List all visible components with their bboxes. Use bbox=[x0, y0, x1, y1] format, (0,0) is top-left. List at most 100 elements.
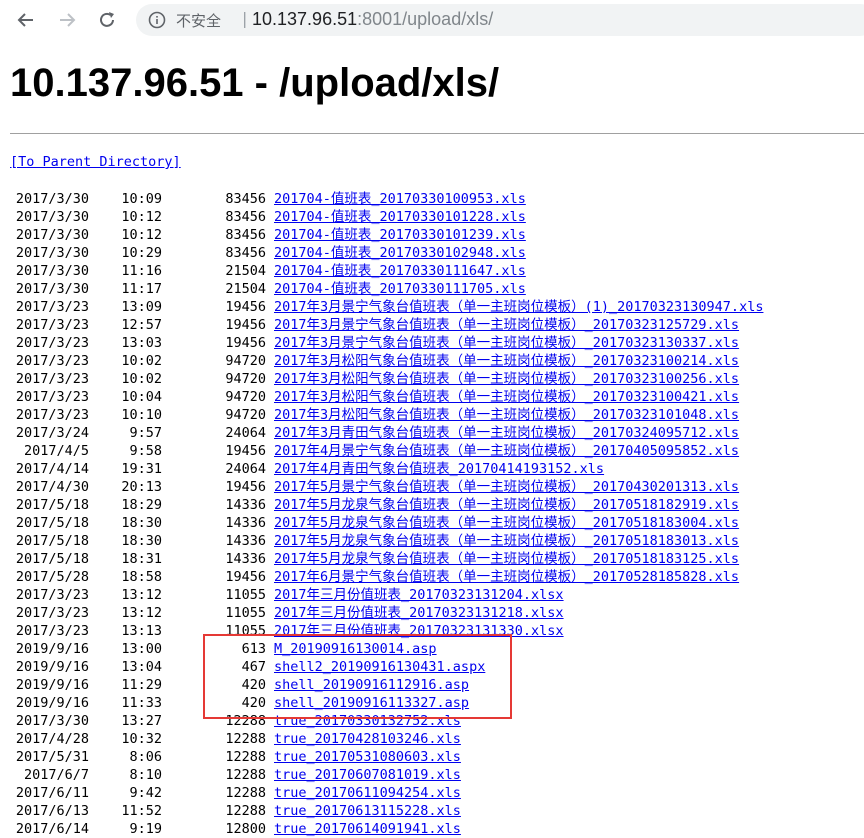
file-date: 2017/5/18 bbox=[15, 551, 89, 567]
reload-button[interactable] bbox=[95, 8, 119, 32]
file-link[interactable]: 2017年3月松阳气象台值班表（单一主班岗位模板）_20170323100421… bbox=[274, 388, 739, 406]
forward-arrow-icon bbox=[60, 13, 76, 27]
file-date: 2019/9/16 bbox=[15, 659, 89, 675]
file-link[interactable]: true_20170611094254.xls bbox=[274, 784, 461, 802]
file-size: 94720 bbox=[225, 371, 266, 387]
file-date: 2017/6/13 bbox=[15, 803, 89, 819]
file-link[interactable]: true_20170613115228.xls bbox=[274, 802, 461, 820]
file-link[interactable]: 2017年3月景宁气象台值班表（单一主班岗位模板）_20170323125729… bbox=[274, 316, 739, 334]
file-row: 2017/6/13 11:52 12288 true_20170613115228.x… bbox=[0, 802, 864, 820]
file-date: 2017/3/23 bbox=[15, 317, 89, 333]
file-time: 8:10 bbox=[129, 767, 162, 783]
file-size: 94720 bbox=[225, 353, 266, 369]
file-link[interactable]: 2017年3月景宁气象台值班表（单一主班岗位模板）_20170323130337… bbox=[274, 334, 739, 352]
file-link[interactable]: true_20170614091941.xls bbox=[274, 820, 461, 838]
url-text[interactable]: 10.137.96.51:8001/upload/xls/ bbox=[252, 9, 493, 30]
file-link[interactable]: true_20170531080603.xls bbox=[274, 748, 461, 766]
file-link[interactable]: 2017年5月龙泉气象台值班表（单一主班岗位模板）_20170518183125… bbox=[274, 550, 739, 568]
file-row: 2017/4/5 9:58 19456 2017年4月景宁气象台值班表（单一主班岗位模… bbox=[0, 442, 864, 460]
file-date: 2017/3/30 bbox=[15, 209, 89, 225]
security-label[interactable]: 不安全 bbox=[176, 10, 221, 31]
file-size: 11055 bbox=[225, 623, 266, 639]
file-time: 10:12 bbox=[121, 209, 162, 225]
file-time: 18:30 bbox=[121, 533, 162, 549]
file-link[interactable]: 2017年5月景宁气象台值班表（单一主班岗位模板）_20170430201313… bbox=[274, 478, 739, 496]
file-row: 2017/3/23 10:02 94720 2017年3月松阳气象台值班表（单一主班岗… bbox=[0, 352, 864, 370]
file-row: 2017/6/14 9:19 12800 true_20170614091941.xl… bbox=[0, 820, 864, 838]
file-row: 2017/3/23 13:12 11055 2017年三月份值班表_201703231… bbox=[0, 604, 864, 622]
file-size: 14336 bbox=[225, 497, 266, 513]
file-link[interactable]: 201704-值班表_20170330111647.xls bbox=[274, 262, 526, 280]
file-row: 2017/3/30 11:17 21504 201704-值班表_2017033011… bbox=[0, 280, 864, 298]
info-icon[interactable] bbox=[148, 11, 166, 29]
file-link[interactable]: shell_20190916112916.asp bbox=[274, 676, 469, 694]
browser-toolbar: 不安全 | 10.137.96.51:8001/upload/xls/ bbox=[0, 0, 864, 40]
parent-directory-link[interactable]: [To Parent Directory] bbox=[10, 154, 181, 171]
file-row: 2017/5/31 8:06 12288 true_20170531080603.xl… bbox=[0, 748, 864, 766]
file-time: 9:19 bbox=[129, 821, 162, 837]
file-link[interactable]: true_20170330132752.xls bbox=[274, 712, 461, 730]
file-date: 2017/3/30 bbox=[15, 281, 89, 297]
file-date: 2017/3/23 bbox=[15, 353, 89, 369]
file-date: 2017/3/23 bbox=[15, 335, 89, 351]
file-time: 9:58 bbox=[129, 443, 162, 459]
file-size: 19456 bbox=[225, 317, 266, 333]
file-row: 2017/6/7 8:10 12288 true_20170607081019.xls bbox=[0, 766, 864, 784]
file-date: 2017/3/23 bbox=[15, 623, 89, 639]
file-date: 2017/4/5 bbox=[23, 443, 89, 459]
file-size: 19456 bbox=[225, 479, 266, 495]
file-link[interactable]: 201704-值班表_20170330101239.xls bbox=[274, 226, 526, 244]
file-size: 12288 bbox=[225, 785, 266, 801]
file-link[interactable]: shell_20190916113327.asp bbox=[274, 694, 469, 712]
file-time: 11:29 bbox=[121, 677, 162, 693]
file-time: 9:57 bbox=[129, 425, 162, 441]
page-title: 10.137.96.51 - /upload/xls/ bbox=[10, 61, 500, 105]
file-row: 2017/3/23 13:03 19456 2017年3月景宁气象台值班表（单一主班岗… bbox=[0, 334, 864, 352]
file-size: 613 bbox=[241, 641, 266, 657]
url-host: 10.137.96.51 bbox=[252, 9, 358, 29]
file-link[interactable]: 201704-值班表_20170330101228.xls bbox=[274, 208, 526, 226]
file-link[interactable]: 2017年5月龙泉气象台值班表（单一主班岗位模板）_20170518183004… bbox=[274, 514, 739, 532]
file-link[interactable]: 201704-值班表_20170330111705.xls bbox=[274, 280, 526, 298]
file-link[interactable]: 2017年三月份值班表_20170323131204.xlsx bbox=[274, 586, 564, 604]
file-size: 94720 bbox=[225, 389, 266, 405]
file-link[interactable]: 2017年4月青田气象台值班表_20170414193152.xls bbox=[274, 460, 604, 478]
file-size: 11055 bbox=[225, 587, 266, 603]
file-link[interactable]: true_20170607081019.xls bbox=[274, 766, 461, 784]
file-link[interactable]: 2017年3月松阳气象台值班表（单一主班岗位模板）_20170323100214… bbox=[274, 352, 739, 370]
file-time: 10:29 bbox=[121, 245, 162, 261]
file-link[interactable]: 2017年5月龙泉气象台值班表（单一主班岗位模板）_20170518182919… bbox=[274, 496, 739, 514]
address-bar[interactable]: 不安全 | 10.137.96.51:8001/upload/xls/ bbox=[136, 4, 864, 36]
reload-icon bbox=[100, 12, 114, 27]
back-arrow-icon bbox=[17, 13, 33, 27]
file-time: 10:12 bbox=[121, 227, 162, 243]
file-link[interactable]: 2017年3月景宁气象台值班表（单一主班岗位模板）(1)_20170323130… bbox=[274, 298, 763, 316]
file-link[interactable]: 2017年5月龙泉气象台值班表（单一主班岗位模板）_20170518183013… bbox=[274, 532, 739, 550]
file-size: 19456 bbox=[225, 299, 266, 315]
forward-button[interactable] bbox=[55, 8, 79, 32]
file-link[interactable]: 201704-值班表_20170330102948.xls bbox=[274, 244, 526, 262]
file-link[interactable]: M_20190916130014.asp bbox=[274, 640, 437, 658]
file-row: 2017/3/30 10:12 83456 201704-值班表_2017033010… bbox=[0, 226, 864, 244]
file-link[interactable]: 2017年4月景宁气象台值班表（单一主班岗位模板）_20170405095852… bbox=[274, 442, 739, 460]
file-row: 2017/3/23 13:09 19456 2017年3月景宁气象台值班表（单一主班岗… bbox=[0, 298, 864, 316]
file-link[interactable]: 2017年6月景宁气象台值班表（单一主班岗位模板）_20170528185828… bbox=[274, 568, 739, 586]
file-link[interactable]: 2017年三月份值班表_20170323131330.xlsx bbox=[274, 622, 564, 640]
file-link[interactable]: 201704-值班表_20170330100953.xls bbox=[274, 190, 526, 208]
file-time: 9:42 bbox=[129, 785, 162, 801]
file-link[interactable]: 2017年3月松阳气象台值班表（单一主班岗位模板）_20170323101048… bbox=[274, 406, 739, 424]
file-link[interactable]: 2017年三月份值班表_20170323131218.xlsx bbox=[274, 604, 564, 622]
file-link[interactable]: 2017年3月松阳气象台值班表（单一主班岗位模板）_20170323100256… bbox=[274, 370, 739, 388]
file-time: 13:12 bbox=[121, 605, 162, 621]
file-row: 2017/3/23 13:13 11055 2017年三月份值班表_201703231… bbox=[0, 622, 864, 640]
file-link[interactable]: shell2_20190916130431.aspx bbox=[274, 658, 485, 676]
file-row: 2017/5/18 18:30 14336 2017年5月龙泉气象台值班表（单一主班岗… bbox=[0, 532, 864, 550]
file-row: 2019/9/16 13:04 467 shell2_20190916130431.a… bbox=[0, 658, 864, 676]
file-size: 12288 bbox=[225, 713, 266, 729]
file-link[interactable]: 2017年3月青田气象台值班表（单一主班岗位模板）_20170324095712… bbox=[274, 424, 739, 442]
file-size: 19456 bbox=[225, 569, 266, 585]
back-button[interactable] bbox=[14, 8, 38, 32]
file-date: 2017/3/30 bbox=[15, 245, 89, 261]
file-link[interactable]: true_20170428103246.xls bbox=[274, 730, 461, 748]
file-row: 2017/3/30 11:16 21504 201704-值班表_2017033011… bbox=[0, 262, 864, 280]
